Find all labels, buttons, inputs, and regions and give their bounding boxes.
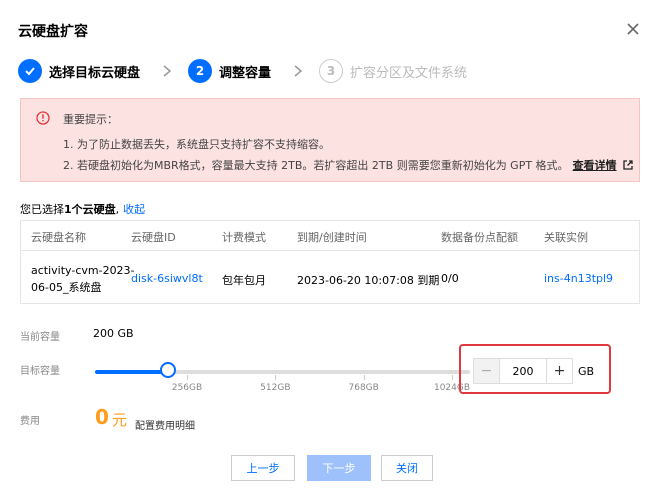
price-unit: 元 bbox=[112, 411, 128, 429]
alert-line-2: 2. 若硬盘初始化为MBR格式，容量最大支持 2TB。若扩容超出 2TB 则需要… bbox=[63, 157, 633, 173]
external-link-icon[interactable] bbox=[622, 160, 633, 170]
column-header-backup: 数据备份点配额 bbox=[441, 231, 518, 244]
slider-handle[interactable] bbox=[159, 362, 176, 378]
step-3-label: 扩容分区及文件系统 bbox=[350, 65, 468, 81]
disk-name-line-2: 06-05_系统盘 bbox=[31, 281, 102, 294]
selection-prefix: 您已选择 bbox=[20, 203, 64, 216]
step-2-label: 调整容量 bbox=[219, 65, 272, 81]
disk-id-link[interactable]: disk-6siwvl8t bbox=[131, 272, 203, 285]
column-header-id: 云硬盘ID bbox=[131, 231, 176, 244]
target-capacity-label: 目标容量 bbox=[20, 366, 60, 377]
capacity-input[interactable] bbox=[500, 359, 546, 383]
slider-tick bbox=[187, 375, 188, 380]
close-button[interactable]: 关闭 bbox=[381, 455, 433, 481]
price-value: 0 bbox=[95, 405, 109, 429]
step-indicator: 选择目标云硬盘 2 调整容量 3 扩容分区及文件系统 bbox=[18, 58, 467, 84]
dialog-title: 云硬盘扩容 bbox=[18, 24, 88, 40]
step-1-label: 选择目标云硬盘 bbox=[49, 65, 141, 81]
capacity-unit: GB bbox=[578, 365, 595, 378]
disk-name-line-1: activity-cvm-2023- bbox=[31, 264, 135, 277]
step-3-number: 3 bbox=[319, 59, 344, 83]
increase-button[interactable]: + bbox=[546, 359, 572, 383]
slider-tick bbox=[363, 375, 365, 380]
slider-tick bbox=[452, 375, 453, 380]
next-button[interactable]: 下一步 bbox=[307, 455, 371, 481]
alert-line-2-text: 2. 若硬盘初始化为MBR格式，容量最大支持 2TB。若扩容超出 2TB 则需要… bbox=[63, 159, 569, 172]
backup-quota: 0/0 bbox=[441, 272, 459, 285]
disk-table: 云硬盘名称 云硬盘ID 计费模式 到期/创建时间 数据备份点配额 关联实例 ac… bbox=[20, 220, 640, 304]
current-capacity-value: 200 GB bbox=[93, 327, 134, 340]
alert-icon bbox=[36, 111, 50, 125]
collapse-link[interactable]: 收起 bbox=[123, 203, 145, 216]
step-2: 2 调整容量 bbox=[188, 59, 271, 83]
check-icon bbox=[18, 59, 42, 83]
chevron-right-icon bbox=[294, 65, 303, 77]
selection-summary: 您已选择1个云硬盘, 收起 bbox=[20, 201, 145, 217]
billing-mode: 包年包月 bbox=[222, 274, 266, 287]
slider-tick-label: 256GB bbox=[171, 383, 203, 393]
close-icon[interactable] bbox=[624, 20, 642, 38]
previous-button[interactable]: 上一步 bbox=[231, 455, 295, 481]
fee-label: 费用 bbox=[20, 416, 40, 427]
capacity-stepper[interactable]: − + bbox=[473, 358, 573, 384]
selection-count: 1个云硬盘 bbox=[64, 203, 116, 216]
important-notice: 重要提示： 1. 为了防止数据丢失，系统盘只支持扩容不支持缩容。 2. 若硬盘初… bbox=[20, 98, 640, 182]
price-detail-link[interactable]: 配置费用明细 bbox=[135, 417, 195, 432]
column-header-name: 云硬盘名称 bbox=[31, 231, 86, 244]
slider-tick bbox=[275, 375, 277, 380]
capacity-slider[interactable] bbox=[95, 370, 470, 374]
current-capacity-label: 当前容量 bbox=[20, 332, 60, 343]
decrease-button[interactable]: − bbox=[474, 359, 500, 383]
column-header-billing: 计费模式 bbox=[222, 231, 266, 244]
step-2-number: 2 bbox=[188, 59, 213, 83]
step-1: 选择目标云硬盘 bbox=[18, 59, 140, 83]
expiry-time: 2023-06-20 10:07:08 到期 bbox=[297, 274, 440, 287]
instance-link[interactable]: ins-4n13tpl9 bbox=[544, 272, 613, 285]
slider-tick-label: 768GB bbox=[348, 383, 379, 393]
alert-line-1: 1. 为了防止数据丢失，系统盘只支持扩容不支持缩容。 bbox=[63, 138, 330, 151]
slider-fill bbox=[95, 370, 168, 374]
table-header: 云硬盘名称 云硬盘ID 计费模式 到期/创建时间 数据备份点配额 关联实例 bbox=[21, 221, 639, 251]
step-3: 3 扩容分区及文件系统 bbox=[319, 59, 467, 83]
alert-title: 重要提示： bbox=[63, 113, 118, 126]
view-details-link[interactable]: 查看详情 bbox=[573, 159, 617, 172]
slider-tick-label: 512GB bbox=[260, 383, 291, 393]
column-header-instance: 关联实例 bbox=[544, 231, 588, 244]
column-header-expiry: 到期/创建时间 bbox=[297, 231, 367, 244]
selection-suffix: , bbox=[115, 203, 120, 216]
chevron-right-icon bbox=[163, 65, 172, 77]
